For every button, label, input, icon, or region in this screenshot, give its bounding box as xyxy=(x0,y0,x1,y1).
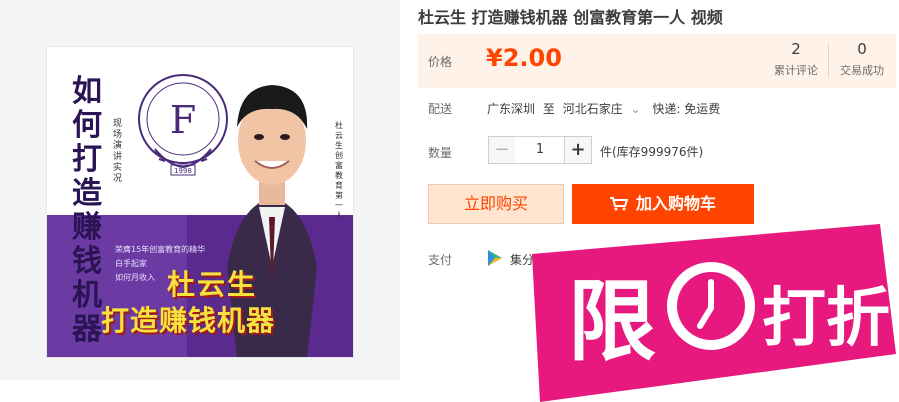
cover-book-title: 打造赚钱机器 xyxy=(101,304,276,337)
shipping-label: 配送 xyxy=(428,102,453,116)
price-label: 价格 xyxy=(428,55,453,69)
quantity-label: 数量 xyxy=(428,146,453,160)
product-cover-image[interactable]: 如 何 打 造 赚 钱 机 器 现 场 演 讲 实 况 F 1998 杜 云 生… xyxy=(46,46,354,358)
svg-text:F: F xyxy=(170,98,196,142)
product-image-area: 如 何 打 造 赚 钱 机 器 现 场 演 讲 实 况 F 1998 杜 云 生… xyxy=(0,0,400,380)
jifenbao-icon xyxy=(488,250,502,266)
shipping-to-word: 至 xyxy=(542,102,555,116)
sales-count: 0 交易成功 xyxy=(832,40,892,78)
cover-author-name: 杜云生 xyxy=(167,268,258,301)
quantity-decrease-button[interactable]: − xyxy=(488,136,516,164)
shipping-from: 广东深圳 xyxy=(487,102,536,116)
quantity-input[interactable]: 1 xyxy=(515,136,565,164)
stock-info: 件(库存999976件) xyxy=(600,145,704,159)
sales-count-number: 0 xyxy=(857,40,867,58)
product-title: 杜云生 打造赚钱机器 创富教育第一人 视频 xyxy=(418,8,723,27)
buy-now-button[interactable]: 立即购买 xyxy=(428,184,564,224)
review-count-number: 2 xyxy=(791,40,801,58)
chevron-down-icon: ⌄ xyxy=(630,102,641,116)
add-to-cart-button[interactable]: 加入购物车 xyxy=(572,184,754,224)
payment-label: 支付 xyxy=(428,253,453,267)
limited-discount-badge: 限 打折 xyxy=(532,224,896,402)
svg-text:限: 限 xyxy=(568,270,656,373)
add-to-cart-label: 加入购物车 xyxy=(635,194,716,213)
quantity-increase-button[interactable]: + xyxy=(564,136,592,164)
cart-icon xyxy=(609,197,628,211)
sales-count-label: 交易成功 xyxy=(840,64,884,77)
svg-text:1998: 1998 xyxy=(174,167,192,175)
cover-subtitle-vertical: 现 场 演 讲 实 况 xyxy=(113,119,123,184)
shipping-destination-select[interactable]: 河北石家庄 ⌄ xyxy=(563,102,645,116)
shipping-info: 广东深圳 至 河北石家庄 ⌄ 快递: 免运费 xyxy=(487,100,724,117)
price-panel: 价格 ¥2.00 2 累计评论 0 交易成功 xyxy=(418,34,896,88)
review-count[interactable]: 2 累计评论 xyxy=(766,40,826,78)
svg-text:打折: 打折 xyxy=(762,282,890,356)
stats-divider xyxy=(828,44,829,78)
shipping-method: 快递: 免运费 xyxy=(652,102,721,116)
price-value: ¥2.00 xyxy=(486,44,562,72)
review-count-label: 累计评论 xyxy=(774,64,818,77)
